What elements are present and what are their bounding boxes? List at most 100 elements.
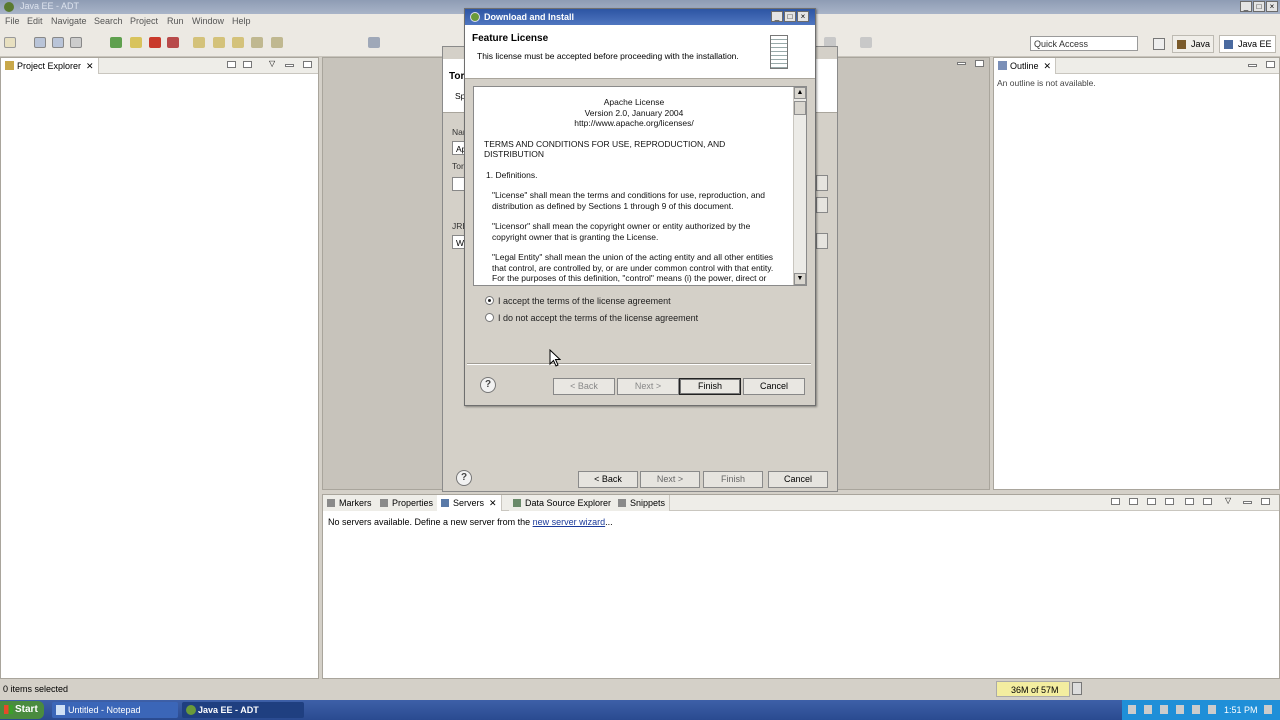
run-icon[interactable] [110,37,122,48]
close-tab-icon[interactable]: ✕ [489,498,497,508]
minimize-view-icon[interactable] [285,64,294,67]
license-text-area[interactable]: Apache License Version 2.0, January 2004… [473,86,807,286]
new-server-wizard-link[interactable]: new server wizard [533,517,606,527]
finish-button-bg[interactable]: Finish [703,471,763,488]
start-button[interactable]: Start [0,701,44,719]
tray-icon[interactable] [1128,705,1136,714]
profile-server-icon[interactable] [1165,498,1174,505]
maximize-view-icon[interactable] [1261,498,1270,505]
new-icon[interactable] [4,37,16,48]
disconnect-icon[interactable] [167,37,179,48]
dialog-minimize-button[interactable]: _ [771,11,783,22]
menu-navigate[interactable]: Navigate [51,16,87,26]
close-window-button[interactable]: × [1266,1,1278,12]
maximize-view-icon[interactable] [1266,61,1275,68]
view-menu-icon[interactable]: ▽ [269,59,278,68]
editor-minimize-icon[interactable] [957,62,966,65]
start-server-icon[interactable] [1147,498,1156,505]
download-install-button[interactable] [816,197,828,213]
tab-markers[interactable]: Markers [323,495,377,511]
cancel-button-bg[interactable]: Cancel [768,471,828,488]
license-scrollbar[interactable]: ▲ ▼ [793,87,806,285]
browse-button[interactable] [816,175,828,191]
tab-properties[interactable]: Properties [376,495,439,511]
pin-icon[interactable] [860,37,872,48]
menu-run[interactable]: Run [167,16,184,26]
radio-unselected-icon[interactable] [485,313,494,322]
minimize-view-icon[interactable] [1248,64,1257,67]
tab-outline[interactable]: Outline ✕ [994,58,1057,74]
garbage-collect-icon[interactable] [1072,682,1082,695]
link-with-editor-icon[interactable] [243,61,252,68]
quick-access-input[interactable]: Quick Access [1030,36,1138,51]
minimize-view-icon[interactable] [1243,501,1252,504]
decline-license-radio[interactable]: I do not accept the terms of the license… [485,313,698,323]
close-tab-icon[interactable]: ✕ [1044,61,1052,71]
scroll-thumb[interactable] [794,101,806,115]
menu-project[interactable]: Project [130,16,158,26]
step-over-icon[interactable] [213,37,225,48]
perspective-java-ee[interactable]: Java EE [1219,35,1276,53]
new-server-icon[interactable] [1111,498,1120,505]
use-step-filters-icon[interactable] [271,37,283,48]
finish-button[interactable]: Finish [679,378,741,395]
menu-file[interactable]: File [5,16,20,26]
tab-snippets[interactable]: Snippets [614,495,671,511]
debug-server-icon[interactable] [1129,498,1138,505]
tray-icon[interactable] [1264,705,1272,714]
stop-server-icon[interactable] [1185,498,1194,505]
skip-breakpoints-icon[interactable] [368,37,380,48]
editor-maximize-icon[interactable] [975,60,984,67]
cancel-button[interactable]: Cancel [743,378,805,395]
radio-selected-icon[interactable] [485,296,494,305]
publish-icon[interactable] [1203,498,1212,505]
accept-license-radio[interactable]: I accept the terms of the license agreem… [485,296,671,306]
stop-icon[interactable] [149,37,161,48]
download-install-dialog: Download and Install _ □ × Feature Licen… [464,8,816,406]
heap-status[interactable]: 36M of 57M [996,681,1070,697]
tray-icon[interactable] [1144,705,1152,714]
open-perspective-icon[interactable] [1153,38,1165,50]
java-perspective-icon [1177,40,1186,49]
save-all-icon[interactable] [52,37,64,48]
tab-data-source-explorer[interactable]: Data Source Explorer [509,495,617,511]
save-icon[interactable] [34,37,46,48]
menu-window[interactable]: Window [192,16,224,26]
next-button[interactable]: Next > [617,378,679,395]
menu-edit[interactable]: Edit [27,16,43,26]
menu-search[interactable]: Search [94,16,123,26]
menu-help[interactable]: Help [232,16,251,26]
installed-jres-button[interactable] [816,233,828,249]
tray-icon[interactable] [1208,705,1216,714]
back-button-bg[interactable]: < Back [578,471,638,488]
scroll-down-icon[interactable]: ▼ [794,273,806,285]
help-icon[interactable]: ? [456,470,472,486]
scroll-up-icon[interactable]: ▲ [794,87,806,99]
pause-icon[interactable] [130,37,142,48]
dialog-header: Feature License This license must be acc… [465,25,815,79]
tab-servers[interactable]: Servers ✕ [437,495,502,511]
drop-to-frame-icon[interactable] [251,37,263,48]
view-menu-icon[interactable]: ▽ [1225,496,1234,505]
collapse-all-icon[interactable] [227,61,236,68]
close-tab-icon[interactable]: ✕ [86,61,94,71]
tab-project-explorer[interactable]: Project Explorer ✕ [1,58,99,74]
taskbar-clock[interactable]: 1:51 PM [1224,705,1258,715]
tray-icon[interactable] [1176,705,1184,714]
step-into-icon[interactable] [193,37,205,48]
dialog-close-button[interactable]: × [797,11,809,22]
dialog-maximize-button[interactable]: □ [784,11,796,22]
back-button[interactable]: < Back [553,378,615,395]
maximize-window-button[interactable]: □ [1253,1,1265,12]
tray-icon[interactable] [1192,705,1200,714]
maximize-view-icon[interactable] [303,61,312,68]
perspective-java[interactable]: Java [1172,35,1215,53]
taskbar-item-notepad[interactable]: Untitled - Notepad [52,702,178,718]
step-return-icon[interactable] [232,37,244,48]
taskbar-item-eclipse[interactable]: Java EE - ADT [182,702,304,718]
tray-icon[interactable] [1160,705,1168,714]
print-icon[interactable] [70,37,82,48]
minimize-window-button[interactable]: _ [1240,1,1252,12]
next-button-bg[interactable]: Next > [640,471,700,488]
help-icon[interactable]: ? [480,377,496,393]
